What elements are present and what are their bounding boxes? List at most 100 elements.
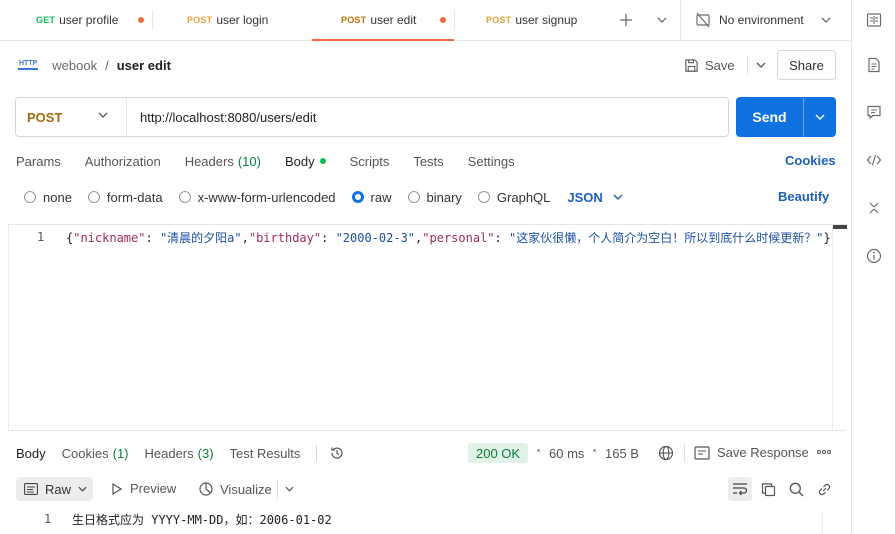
radio-graphql[interactable]: GraphQL — [477, 189, 551, 205]
url-input[interactable]: http://localhost:8080/users/edit — [127, 110, 316, 125]
code-icon[interactable] — [866, 152, 882, 168]
share-button[interactable]: Share — [777, 50, 836, 80]
request-tab-strip: GET user profile POST user login POST us… — [0, 0, 851, 41]
method-select[interactable]: POST — [16, 98, 127, 136]
radio-none[interactable]: none — [24, 190, 72, 205]
search-icon — [789, 482, 803, 496]
json-string: "2000-02-3" — [335, 231, 416, 245]
url-bar: POST http://localhost:8080/users/edit — [15, 97, 729, 137]
radio-icon — [477, 191, 490, 203]
response-tab-test-results[interactable]: Test Results — [230, 446, 301, 461]
json-string: "这家伙很懒，个人简介为空白！所以到底什么时候更新？" — [508, 231, 824, 245]
code-line[interactable]: {"nickname": "清晨的夕阳a","birthday": "2000-… — [66, 229, 831, 246]
response-body-text[interactable]: 生日格式应为 YYYY-MM-DD，如：2006-01-02 — [72, 511, 332, 528]
request-body-editor[interactable]: 1 {"nickname": "清晨的夕阳a","birthday": "200… — [8, 224, 847, 431]
save-response-button[interactable]: Save Response — [694, 445, 809, 460]
link-icon — [818, 483, 830, 495]
environment-quicklook-icon[interactable] — [866, 12, 882, 28]
visualize-options-button[interactable] — [277, 479, 301, 499]
beautify-button[interactable]: Beautify — [778, 189, 829, 204]
scrollbar-thumb[interactable] — [833, 225, 847, 229]
tab-headers[interactable]: Headers (10) — [185, 151, 261, 171]
info-icon[interactable] — [866, 248, 882, 264]
preview-label: Preview — [130, 481, 177, 496]
copy-link-button[interactable] — [812, 477, 836, 501]
radio-label: none — [43, 189, 72, 205]
unsaved-dot-icon — [440, 17, 446, 23]
separator-dot — [537, 449, 540, 452]
radio-raw[interactable]: raw — [351, 190, 392, 205]
tab-params[interactable]: Params — [16, 151, 61, 171]
save-label: Save — [705, 57, 735, 73]
tab-label: user profile — [59, 13, 119, 27]
search-button[interactable] — [784, 477, 808, 501]
status-badge[interactable]: 200 OK — [468, 443, 529, 463]
save-button[interactable]: Save — [684, 52, 766, 78]
visualize-icon — [199, 482, 213, 496]
tab-user-signup[interactable]: POST user signup — [455, 0, 608, 40]
documentation-icon[interactable] — [866, 57, 882, 73]
new-tab-button[interactable] — [608, 0, 644, 40]
visualize-button[interactable]: Visualize — [198, 481, 272, 497]
response-time[interactable]: 60 ms — [549, 446, 584, 461]
tab-user-profile[interactable]: GET user profile — [0, 0, 152, 40]
send-options-button[interactable] — [804, 114, 836, 120]
tab-list-button[interactable] — [644, 0, 680, 40]
save-response-icon — [694, 445, 710, 460]
view-mode-select[interactable]: Raw — [16, 477, 93, 501]
comments-icon[interactable] — [866, 104, 882, 120]
radio-label: GraphQL — [496, 189, 551, 205]
globe-icon[interactable] — [658, 445, 674, 461]
play-icon — [112, 482, 122, 495]
json-punctuation: : — [494, 231, 509, 245]
tab-user-edit[interactable]: POST user edit — [312, 0, 454, 41]
radio-label: x-www-form-urlencoded — [197, 189, 336, 205]
tab-label: user signup — [515, 13, 578, 27]
tab-method: POST — [341, 15, 367, 25]
tab-label: Cookies — [61, 445, 109, 461]
tab-label: user edit — [370, 13, 417, 27]
tab-label: Headers — [184, 153, 234, 169]
breadcrumb-request-name[interactable]: user edit — [117, 58, 171, 73]
chevron-down-icon[interactable] — [756, 62, 766, 68]
response-size[interactable]: 165 B — [605, 446, 639, 461]
wrap-lines-icon — [733, 483, 748, 496]
tab-count: (1) — [112, 445, 129, 461]
tab-body[interactable]: Body — [285, 151, 326, 171]
json-punctuation: , — [241, 231, 249, 245]
json-punctuation: : — [321, 231, 336, 245]
cookies-link[interactable]: Cookies — [785, 153, 836, 168]
response-tab-body[interactable]: Body — [16, 446, 46, 461]
visualize-label: Visualize — [220, 481, 272, 497]
environment-selector[interactable]: No environment — [681, 0, 847, 40]
copy-button[interactable] — [756, 477, 780, 501]
tab-user-login[interactable]: POST user login — [153, 0, 312, 40]
tab-scripts[interactable]: Scripts — [350, 151, 390, 171]
response-line-number: 1 — [44, 512, 52, 526]
chevron-down-icon — [821, 17, 831, 23]
editor-scrollbar[interactable] — [832, 225, 847, 430]
radio-binary[interactable]: binary — [407, 190, 462, 205]
breadcrumb-collection[interactable]: webook — [52, 58, 97, 73]
preview-button[interactable]: Preview — [112, 481, 176, 496]
history-icon[interactable] — [329, 445, 345, 461]
more-options-icon[interactable] — [817, 450, 831, 454]
response-scrollbar[interactable] — [822, 510, 836, 534]
environment-label: No environment — [719, 13, 804, 27]
response-tab-cookies[interactable]: Cookies (1) — [62, 446, 129, 461]
radio-form-data[interactable]: form-data — [87, 190, 163, 205]
radio-x-www-form-urlencoded[interactable]: x-www-form-urlencoded — [178, 189, 336, 205]
radio-selected-icon — [351, 191, 364, 203]
body-format-select[interactable]: JSON — [567, 190, 623, 205]
response-tabs: Body Cookies (1) Headers (3) Test Results — [16, 445, 345, 461]
related-collections-icon[interactable] — [866, 200, 882, 216]
response-tab-headers[interactable]: Headers (3) — [145, 446, 214, 461]
tab-tests[interactable]: Tests — [413, 151, 443, 171]
wrap-lines-button[interactable] — [728, 477, 752, 501]
breadcrumb-separator: / — [105, 57, 109, 73]
send-button[interactable]: Send — [736, 97, 836, 137]
tab-settings[interactable]: Settings — [468, 151, 515, 171]
tab-label: Headers — [144, 445, 194, 461]
tab-authorization[interactable]: Authorization — [85, 151, 161, 171]
tab-label: Settings — [467, 153, 515, 169]
